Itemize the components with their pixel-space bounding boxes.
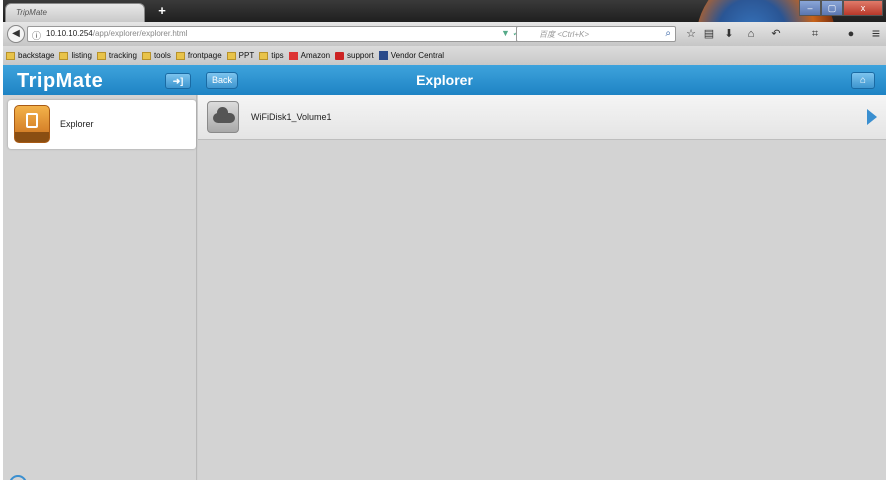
- browser-tab[interactable]: TripMate: [5, 3, 145, 22]
- bookmark-vendor-central[interactable]: Vendor Central: [378, 51, 444, 60]
- bookmark-ppt[interactable]: PPT: [226, 51, 254, 60]
- chevron-right-icon[interactable]: [867, 109, 877, 125]
- sidebar-item-label: Explorer: [60, 119, 94, 129]
- address-bar[interactable]: ⓘ 10.10.10.254/app/explorer/explorer.htm…: [27, 26, 537, 42]
- folder-icon: [175, 51, 185, 60]
- bookmark-tracking[interactable]: tracking: [96, 51, 137, 60]
- new-tab-button[interactable]: +: [154, 3, 170, 19]
- tab-title: TripMate: [16, 8, 47, 17]
- maximize-button[interactable]: ▢: [821, 0, 843, 16]
- bookmark-support[interactable]: support: [335, 51, 374, 60]
- page-title: Explorer: [416, 72, 473, 88]
- status-circle-icon: [9, 475, 27, 480]
- home-icon[interactable]: ⌂: [743, 26, 759, 42]
- minimize-button[interactable]: –: [799, 0, 821, 16]
- app-header: TripMate ➜] Back Explorer ⌂: [3, 65, 886, 95]
- file-list: WiFiDisk1_Volume1: [198, 95, 886, 480]
- folder-icon: [226, 51, 236, 60]
- sidebar-item-explorer[interactable]: Explorer: [8, 100, 196, 149]
- title-bar: TripMate + – ▢ x: [3, 0, 886, 110]
- navigation-bar: ◀ ⓘ 10.10.10.254/app/explorer/explorer.h…: [3, 22, 886, 46]
- folder-icon: [6, 51, 15, 60]
- list-item[interactable]: WiFiDisk1_Volume1: [198, 95, 886, 140]
- clipboard-icon[interactable]: ▤: [701, 26, 717, 42]
- menu-icon[interactable]: ≡: [872, 25, 880, 41]
- folder-icon: [96, 51, 106, 60]
- folder-icon: [259, 51, 269, 60]
- page-info-icon[interactable]: ⓘ: [32, 29, 41, 42]
- search-icon[interactable]: ⌕: [665, 28, 671, 39]
- folder-icon: [59, 51, 69, 60]
- explorer-icon: [14, 105, 50, 143]
- bookmark-tips[interactable]: tips: [259, 51, 284, 60]
- screenshot-icon[interactable]: ⌗: [807, 26, 823, 42]
- item-name: WiFiDisk1_Volume1: [251, 112, 332, 122]
- browser-window: TripMate + – ▢ x ◀ ⓘ 10.10.10.254/app/ex…: [3, 0, 886, 480]
- download-icon[interactable]: ⬇: [721, 26, 737, 42]
- history-icon[interactable]: ↶: [768, 26, 784, 42]
- bookmarks-bar: backstage listing tracking tools frontpa…: [3, 46, 886, 65]
- sync-icon[interactable]: ●: [843, 26, 859, 42]
- window-controls: – ▢ x: [799, 0, 883, 16]
- bookmark-frontpage[interactable]: frontpage: [175, 51, 222, 60]
- bookmark-star-icon[interactable]: ☆: [683, 26, 699, 42]
- home-button[interactable]: ⌂: [851, 72, 875, 89]
- cloud-disk-icon: [207, 101, 239, 133]
- amazon-icon: [288, 51, 298, 60]
- browser-back-icon[interactable]: ◀: [7, 25, 25, 43]
- folder-icon: [141, 51, 151, 60]
- sidebar: Explorer: [3, 95, 197, 480]
- bookmark-backstage[interactable]: backstage: [6, 51, 54, 60]
- url-text: 10.10.10.254/app/explorer/explorer.html: [46, 29, 188, 38]
- support-icon: [335, 51, 345, 60]
- close-button[interactable]: x: [843, 0, 883, 16]
- bookmark-listing[interactable]: listing: [59, 51, 92, 60]
- vendor-icon: [378, 51, 388, 60]
- search-input[interactable]: 百度 <Ctrl+K> ⌕: [516, 26, 676, 42]
- search-placeholder: 百度 <Ctrl+K>: [539, 30, 590, 39]
- bookmark-tools[interactable]: tools: [141, 51, 171, 60]
- bookmark-amazon[interactable]: Amazon: [288, 51, 330, 60]
